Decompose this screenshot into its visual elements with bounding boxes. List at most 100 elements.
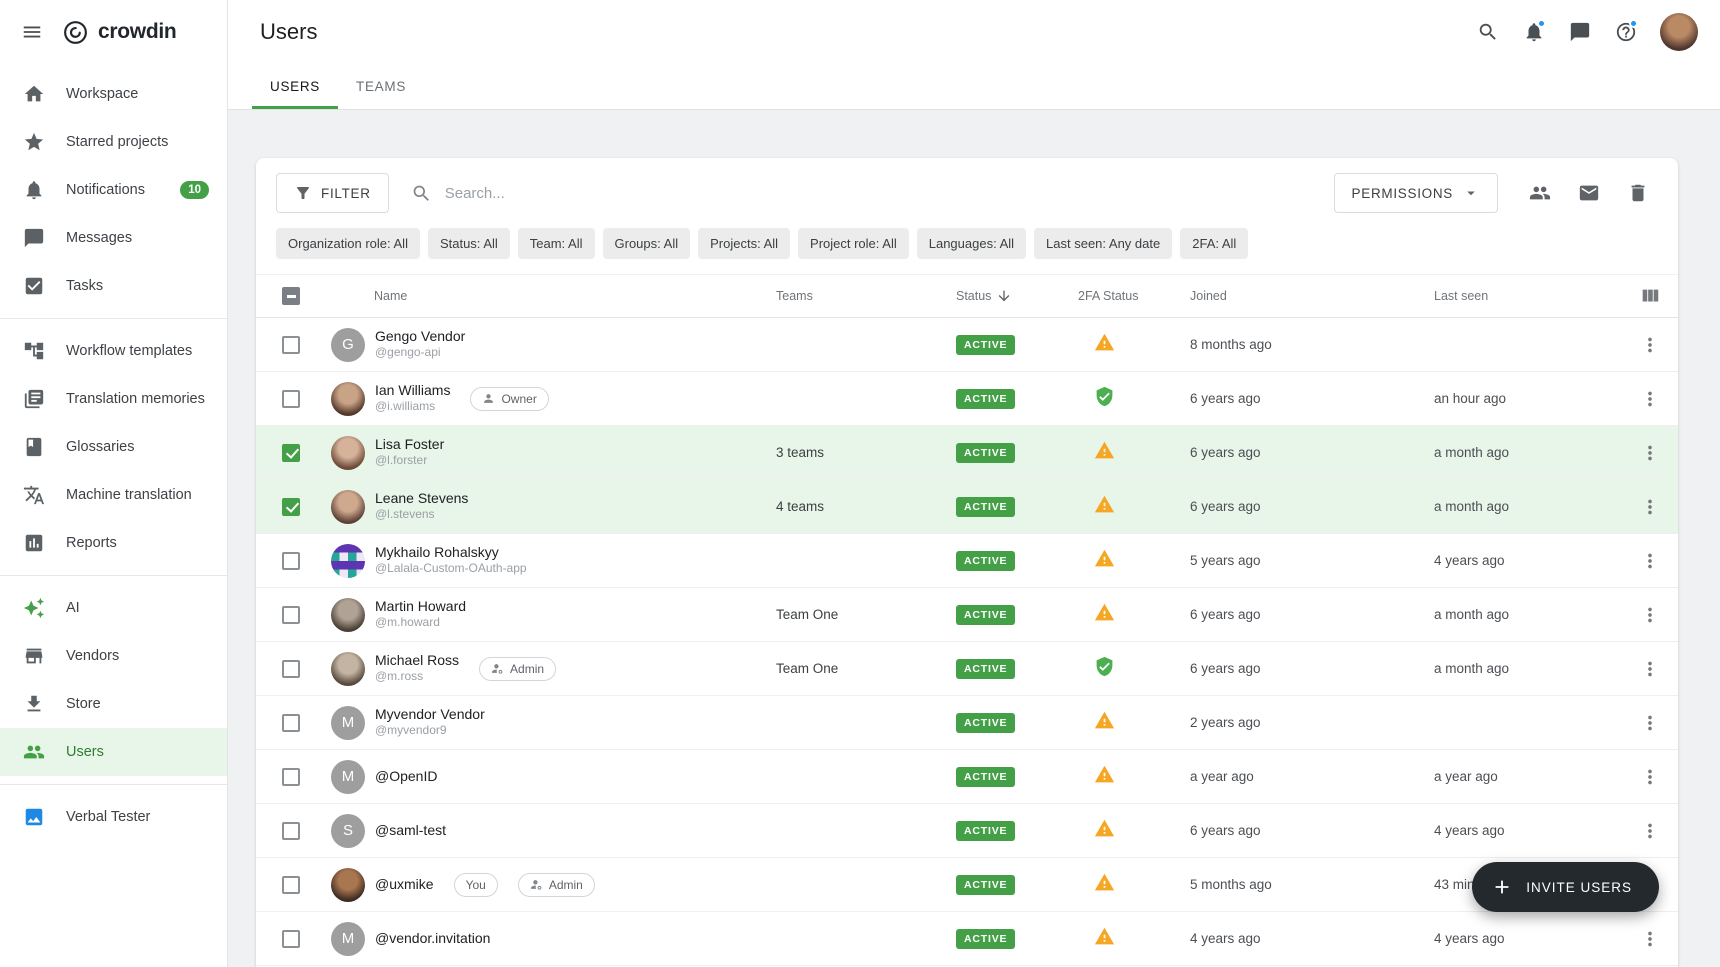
- row-menu-button[interactable]: [1633, 814, 1667, 848]
- filter-chip[interactable]: Groups: All: [603, 228, 691, 259]
- sidebar-item-messages[interactable]: Messages: [0, 214, 227, 262]
- sidebar-item-translation-memories[interactable]: Translation memories: [0, 375, 227, 423]
- sidebar-item-workflow-templates[interactable]: Workflow templates: [0, 327, 227, 375]
- store-icon: [23, 693, 45, 715]
- sidebar-item-reports[interactable]: Reports: [0, 519, 227, 567]
- kebab-icon: [1639, 604, 1661, 626]
- filter-chip[interactable]: Project role: All: [798, 228, 909, 259]
- teams-cell[interactable]: 3 teams: [776, 445, 956, 460]
- table-row[interactable]: @uxmikeYouAdminACTIVE5 months ago43 minu…: [256, 858, 1678, 912]
- table-row[interactable]: S@saml-testACTIVE6 years ago4 years ago: [256, 804, 1678, 858]
- search-input[interactable]: [445, 185, 1312, 202]
- row-menu-button[interactable]: [1633, 382, 1667, 416]
- table-row[interactable]: MMyvendor Vendor@myvendor9ACTIVE2 years …: [256, 696, 1678, 750]
- delete-button[interactable]: [1618, 173, 1658, 213]
- status-badge: ACTIVE: [956, 767, 1015, 787]
- row-checkbox[interactable]: [282, 768, 300, 786]
- menu-button[interactable]: [12, 12, 52, 52]
- table-row[interactable]: Michael Ross@m.rossAdminTeam OneACTIVE6 …: [256, 642, 1678, 696]
- sidebar-item-starred-projects[interactable]: Starred projects: [0, 118, 227, 166]
- column-name[interactable]: Name: [312, 289, 776, 303]
- sidebar-item-vendors[interactable]: Vendors: [0, 632, 227, 680]
- invite-users-button[interactable]: INVITE USERS: [1472, 862, 1659, 912]
- row-checkbox[interactable]: [282, 606, 300, 624]
- table-row[interactable]: Ian Williams@i.williamsOwnerACTIVE6 year…: [256, 372, 1678, 426]
- teams-cell[interactable]: Team One: [776, 607, 956, 622]
- filter-chip[interactable]: Organization role: All: [276, 228, 420, 259]
- sidebar-item-glossaries[interactable]: Glossaries: [0, 423, 227, 471]
- search-button[interactable]: [1468, 12, 1508, 52]
- email-button[interactable]: [1569, 173, 1609, 213]
- help-button[interactable]: [1606, 12, 1646, 52]
- table-row[interactable]: Martin Howard@m.howardTeam OneACTIVE6 ye…: [256, 588, 1678, 642]
- row-checkbox[interactable]: [282, 876, 300, 894]
- row-menu-button[interactable]: [1633, 706, 1667, 740]
- filter-chip[interactable]: Status: All: [428, 228, 510, 259]
- search-icon: [1477, 21, 1499, 43]
- sidebar-item-tasks[interactable]: Tasks: [0, 262, 227, 310]
- user-avatar[interactable]: [1660, 13, 1698, 51]
- row-menu-button[interactable]: [1633, 760, 1667, 794]
- column-last-seen[interactable]: Last seen: [1434, 289, 1622, 303]
- filter-chip[interactable]: Last seen: Any date: [1034, 228, 1172, 259]
- sidebar-item-workspace[interactable]: Workspace: [0, 70, 227, 118]
- permissions-dropdown[interactable]: PERMISSIONS: [1334, 173, 1498, 213]
- row-menu-button[interactable]: [1633, 490, 1667, 524]
- row-checkbox[interactable]: [282, 390, 300, 408]
- row-menu-button[interactable]: [1633, 922, 1667, 956]
- row-checkbox[interactable]: [282, 498, 300, 516]
- tab-teams[interactable]: TEAMS: [338, 64, 424, 109]
- column-teams[interactable]: Teams: [776, 289, 956, 303]
- table-row[interactable]: M@OpenIDACTIVEa year agoa year ago: [256, 750, 1678, 804]
- admin-icon: [530, 878, 543, 891]
- sidebar-item-machine-translation[interactable]: Machine translation: [0, 471, 227, 519]
- row-checkbox[interactable]: [282, 660, 300, 678]
- notification-dot: [1537, 19, 1546, 28]
- sort-desc-icon[interactable]: [996, 288, 1012, 304]
- teams-cell[interactable]: 4 teams: [776, 499, 956, 514]
- table-row[interactable]: Mykhailo Rohalskyy@Lalala-Custom-OAuth-a…: [256, 534, 1678, 588]
- teams-cell[interactable]: Team One: [776, 661, 956, 676]
- messages-button[interactable]: [1560, 12, 1600, 52]
- row-checkbox[interactable]: [282, 714, 300, 732]
- filter-chip[interactable]: Projects: All: [698, 228, 790, 259]
- table-row[interactable]: GGengo Vendor@gengo-apiACTIVE8 months ag…: [256, 318, 1678, 372]
- table-row[interactable]: Leane Stevens@l.stevens4 teamsACTIVE6 ye…: [256, 480, 1678, 534]
- row-menu-button[interactable]: [1633, 436, 1667, 470]
- user-name: Ian Williams: [375, 382, 450, 400]
- table-row[interactable]: M@vendor.invitationACTIVE4 years ago4 ye…: [256, 912, 1678, 966]
- sidebar-item-notifications[interactable]: Notifications10: [0, 166, 227, 214]
- sidebar-item-label: Reports: [66, 535, 117, 551]
- user-handle: @m.ross: [375, 669, 459, 685]
- row-menu-button[interactable]: [1633, 544, 1667, 578]
- sidebar-item-ai[interactable]: AI: [0, 584, 227, 632]
- row-menu-button[interactable]: [1633, 328, 1667, 362]
- row-menu-button[interactable]: [1633, 598, 1667, 632]
- filter-chip[interactable]: Team: All: [518, 228, 595, 259]
- add-to-team-button[interactable]: [1520, 173, 1560, 213]
- row-menu-button[interactable]: [1633, 652, 1667, 686]
- table-row[interactable]: Lisa Foster@l.forster3 teamsACTIVE6 year…: [256, 426, 1678, 480]
- select-all-checkbox[interactable]: [282, 287, 300, 305]
- row-checkbox[interactable]: [282, 552, 300, 570]
- table-body: GGengo Vendor@gengo-apiACTIVE8 months ag…: [256, 318, 1678, 966]
- row-checkbox[interactable]: [282, 336, 300, 354]
- sidebar-item-store[interactable]: Store: [0, 680, 227, 728]
- row-checkbox[interactable]: [282, 930, 300, 948]
- filter-button[interactable]: FILTER: [276, 173, 389, 213]
- columns-settings-button[interactable]: [1633, 279, 1667, 313]
- column-2fa[interactable]: 2FA Status: [1078, 289, 1190, 303]
- joined-date: a year ago: [1190, 769, 1434, 784]
- column-joined[interactable]: Joined: [1190, 289, 1434, 303]
- sidebar-item-label: Workflow templates: [66, 343, 192, 359]
- filter-chip[interactable]: Languages: All: [917, 228, 1026, 259]
- row-checkbox[interactable]: [282, 444, 300, 462]
- notifications-button[interactable]: [1514, 12, 1554, 52]
- column-status[interactable]: Status: [956, 288, 1078, 304]
- sidebar-item-users[interactable]: Users: [0, 728, 227, 776]
- tab-users[interactable]: USERS: [252, 64, 338, 109]
- row-checkbox[interactable]: [282, 822, 300, 840]
- filter-chip[interactable]: 2FA: All: [1180, 228, 1248, 259]
- help-dot: [1629, 19, 1638, 28]
- sidebar-item-verbal-tester[interactable]: Verbal Tester: [0, 793, 227, 841]
